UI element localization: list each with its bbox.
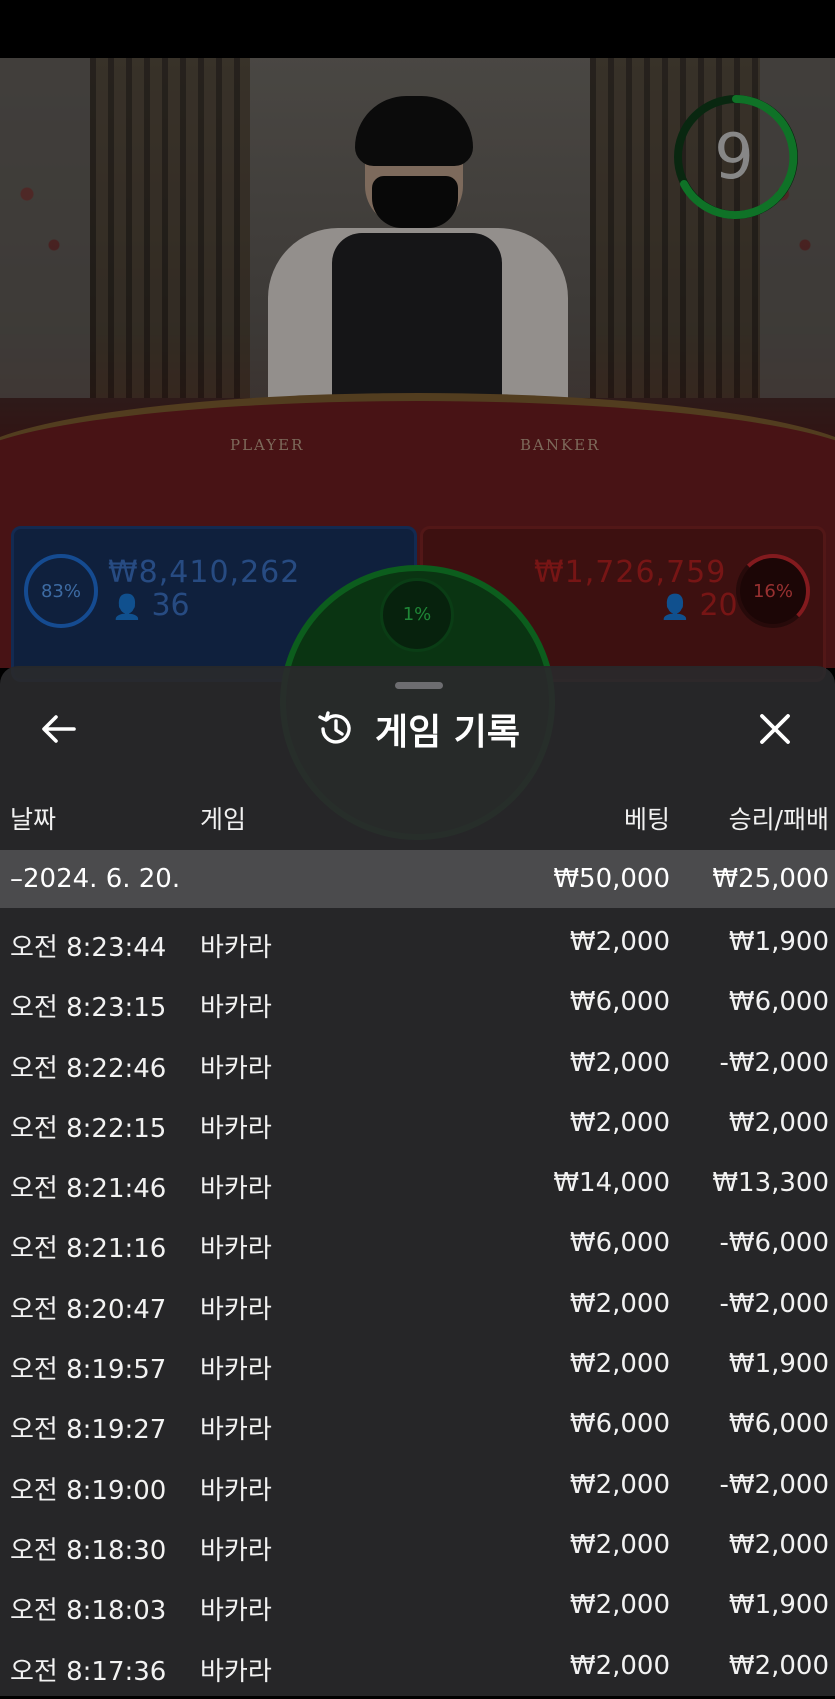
- row-bet: ₩2,000: [569, 1047, 670, 1078]
- row-time: 오전 8:18:30: [10, 1535, 167, 1566]
- row-time: 오전 8:23:15: [10, 993, 167, 1024]
- summary-win-loss: ₩25,000: [712, 864, 829, 894]
- row-win-loss: -₩2,000: [719, 1469, 829, 1500]
- row-time: 오전 8:20:47: [10, 1294, 167, 1325]
- row-bet: ₩2,000: [569, 927, 670, 957]
- row-time: 오전 8:21:46: [10, 1174, 167, 1205]
- close-icon[interactable]: [752, 706, 798, 752]
- history-icon: [318, 711, 351, 744]
- sheet-drag-handle[interactable]: [395, 682, 443, 689]
- history-row[interactable]: 오전 8:19:27 바카라 ₩6,000 ₩6,000: [0, 1397, 835, 1457]
- row-bet: ₩2,000: [569, 1469, 670, 1500]
- row-win-loss: ₩2,000: [728, 1529, 829, 1560]
- history-row[interactable]: 오전 8:19:00 바카라 ₩2,000 -₩2,000: [0, 1458, 835, 1518]
- row-time: 오전 8:23:44: [10, 933, 167, 963]
- row-bet: ₩6,000: [569, 1228, 670, 1259]
- row-win-loss: ₩1,900: [728, 1590, 829, 1621]
- row-game: 바카라: [200, 1415, 272, 1446]
- row-win-loss: -₩6,000: [719, 1228, 829, 1259]
- row-win-loss: ₩13,300: [712, 1168, 829, 1199]
- date-group-summary[interactable]: –2024. 6. 20. ₩50,000 ₩25,000: [0, 850, 835, 908]
- history-row[interactable]: 오전 8:23:15 바카라 ₩6,000 ₩6,000: [0, 975, 835, 1035]
- history-row[interactable]: 오전 8:22:46 바카라 ₩2,000 -₩2,000: [0, 1036, 835, 1096]
- row-bet: ₩6,000: [569, 1409, 670, 1440]
- row-win-loss: -₩2,000: [719, 1288, 829, 1319]
- row-game: 바카라: [200, 1053, 272, 1084]
- row-win-loss: ₩2,000: [728, 1650, 829, 1681]
- row-bet: ₩2,000: [569, 1107, 670, 1138]
- row-game: 바카라: [200, 1656, 272, 1687]
- column-header-bet[interactable]: 베팅: [624, 800, 670, 836]
- history-row[interactable]: 오전 8:21:46 바카라 ₩14,000 ₩13,300: [0, 1156, 835, 1216]
- row-time: 오전 8:21:16: [10, 1234, 167, 1265]
- column-header-win-loss[interactable]: 승리/패배: [729, 800, 829, 836]
- history-row[interactable]: 오전 8:17:36 바카라 ₩2,000 ₩2,000: [0, 1639, 835, 1699]
- row-win-loss: ₩2,000: [728, 1107, 829, 1138]
- row-game: 바카라: [200, 1234, 272, 1265]
- history-row[interactable]: 오전 8:19:57 바카라 ₩2,000 ₩1,900: [0, 1337, 835, 1397]
- history-row[interactable]: 오전 8:23:44 바카라 ₩2,000 ₩1,900: [0, 915, 835, 975]
- row-bet: ₩2,000: [569, 1650, 670, 1681]
- row-win-loss: ₩1,900: [728, 1349, 829, 1380]
- column-header-game[interactable]: 게임: [200, 800, 246, 836]
- dim-overlay: [0, 58, 835, 668]
- table-header: 날짜 게임 베팅 승리/패배: [0, 800, 835, 840]
- history-row[interactable]: 오전 8:22:15 바카라 ₩2,000 ₩2,000: [0, 1096, 835, 1156]
- sheet-title-text: 게임 기록: [374, 712, 520, 753]
- row-game: 바카라: [200, 1174, 272, 1205]
- row-game: 바카라: [200, 1475, 272, 1506]
- row-bet: ₩14,000: [553, 1168, 670, 1199]
- row-win-loss: ₩6,000: [728, 987, 829, 1018]
- history-list: 오전 8:23:44 바카라 ₩2,000 ₩1,900 오전 8:23:15 바카라 ₩6…: [0, 915, 835, 1699]
- row-time: 오전 8:19:00: [10, 1475, 167, 1506]
- row-bet: ₩6,000: [569, 987, 670, 1018]
- row-win-loss: ₩6,000: [728, 1409, 829, 1440]
- row-game: 바카라: [200, 1535, 272, 1566]
- row-time: 오전 8:19:27: [10, 1415, 167, 1446]
- history-row[interactable]: 오전 8:21:16 바카라 ₩6,000 -₩6,000: [0, 1216, 835, 1276]
- row-win-loss: ₩1,900: [728, 927, 829, 957]
- row-bet: ₩2,000: [569, 1288, 670, 1319]
- row-time: 오전 8:22:15: [10, 1113, 167, 1144]
- row-game: 바카라: [200, 933, 272, 963]
- row-time: 오전 8:22:46: [10, 1053, 167, 1084]
- row-bet: ₩2,000: [569, 1590, 670, 1621]
- row-time: 오전 8:18:03: [10, 1596, 167, 1627]
- row-game: 바카라: [200, 993, 272, 1024]
- column-header-date[interactable]: 날짜: [10, 800, 56, 836]
- row-game: 바카라: [200, 1596, 272, 1627]
- status-bar: [0, 0, 835, 58]
- summary-date: –2024. 6. 20.: [10, 864, 181, 894]
- history-row[interactable]: 오전 8:18:03 바카라 ₩2,000 ₩1,900: [0, 1578, 835, 1638]
- row-win-loss: -₩2,000: [719, 1047, 829, 1078]
- row-bet: ₩2,000: [569, 1349, 670, 1380]
- row-game: 바카라: [200, 1113, 272, 1144]
- history-row[interactable]: 오전 8:18:30 바카라 ₩2,000 ₩2,000: [0, 1518, 835, 1578]
- row-bet: ₩2,000: [569, 1529, 670, 1560]
- summary-bet: ₩50,000: [553, 864, 670, 894]
- history-row[interactable]: 오전 8:20:47 바카라 ₩2,000 -₩2,000: [0, 1277, 835, 1337]
- row-game: 바카라: [200, 1294, 272, 1325]
- row-time: 오전 8:17:36: [10, 1656, 167, 1687]
- sheet-title: 게임 기록: [0, 704, 835, 754]
- row-game: 바카라: [200, 1355, 272, 1386]
- row-time: 오전 8:19:57: [10, 1355, 167, 1386]
